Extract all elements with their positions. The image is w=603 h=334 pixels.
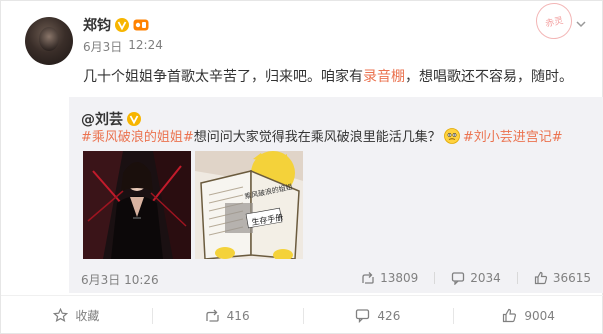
share-icon xyxy=(362,272,374,284)
thumbs-up-icon xyxy=(534,271,547,285)
thumbs-up-icon xyxy=(503,308,517,323)
repost-block[interactable]: @刘芸 #乘风破浪的姐姐# 想问问大家觉得我在乘风破浪里能活几集？ #刘小芸进宫… xyxy=(69,97,603,293)
like-count: 9004 xyxy=(524,308,555,323)
post-time[interactable]: 12:24 xyxy=(128,38,163,55)
repost-image-meme[interactable]: 乘风破浪的姐姐 生存手册 xyxy=(195,151,303,259)
member-level-icon[interactable] xyxy=(133,18,149,32)
thinking-face-icon xyxy=(443,127,460,144)
author-name-row: 郑钧 xyxy=(83,15,149,35)
favorite-button[interactable]: 收藏 xyxy=(1,296,152,334)
chevron-down-icon[interactable] xyxy=(574,17,588,31)
post-date[interactable]: 6月3日 xyxy=(83,38,122,55)
comment-icon xyxy=(356,309,370,323)
author-name[interactable]: 郑钧 xyxy=(83,15,111,35)
repost-share-number: 13809 xyxy=(380,271,419,285)
repost-button[interactable]: 416 xyxy=(151,296,303,334)
verified-v-icon xyxy=(127,112,141,126)
woman-portrait-image xyxy=(83,151,191,259)
comment-button[interactable]: 426 xyxy=(302,296,454,334)
hashtag-link[interactable]: #刘小芸进宫记# xyxy=(463,126,563,145)
repost-count: 416 xyxy=(226,308,250,323)
stamp-seal: 赤灵 xyxy=(532,0,576,43)
repost-text: 想问问大家觉得我在乘风破浪里能活几集？ xyxy=(193,130,441,145)
share-icon xyxy=(206,309,219,322)
weibo-post-card: 郑钧 6月3日 12:24 赤灵 几十个姐姐争首歌太辛苦了，归来吧。咱家有录音棚… xyxy=(0,0,603,334)
cartoon-reading-book-image: 乘风破浪的姐姐 生存手册 xyxy=(195,151,303,259)
repost-image-photo[interactable] xyxy=(83,151,191,259)
repost-like-count[interactable]: 36615 xyxy=(534,271,591,285)
post-highlight-link[interactable]: 录音棚 xyxy=(363,69,405,85)
post-content: 几十个姐姐争首歌太辛苦了，归来吧。咱家有录音棚，想唱歌还不容易，随时。 xyxy=(83,66,573,86)
post-meta: 6月3日 12:24 xyxy=(83,38,163,55)
star-icon xyxy=(53,308,69,322)
repost-footer: 6月3日 10:26 13809 2034 36615 xyxy=(81,271,591,287)
repost-time[interactable]: 10:26 xyxy=(124,273,159,287)
repost-comment-count[interactable]: 2034 xyxy=(451,271,501,285)
post-text-part: 几十个姐姐争首歌太辛苦了，归来吧。咱家有 xyxy=(83,69,363,85)
repost-content: #乘风破浪的姐姐# 想问问大家觉得我在乘风破浪里能活几集？ #刘小芸进宫记# xyxy=(81,126,563,145)
repost-timestamp[interactable]: 6月3日 10:26 xyxy=(81,271,159,288)
repost-comment-number: 2034 xyxy=(470,271,501,285)
comment-icon xyxy=(452,272,465,285)
hashtag-link[interactable]: #乘风破浪的姐姐# xyxy=(81,126,194,145)
repost-share-count[interactable]: 13809 xyxy=(361,271,418,285)
repost-date[interactable]: 6月3日 xyxy=(81,273,120,287)
like-button[interactable]: 9004 xyxy=(453,296,603,334)
favorite-label: 收藏 xyxy=(75,309,100,323)
comment-count: 426 xyxy=(377,308,401,323)
repost-stats: 13809 2034 36615 xyxy=(361,271,591,285)
author-avatar[interactable] xyxy=(25,17,73,65)
verified-v-icon xyxy=(115,18,129,32)
repost-like-number: 36615 xyxy=(552,271,591,285)
post-text-part: ，想唱歌还不容易，随时。 xyxy=(405,69,573,85)
action-bar: 收藏 416 426 9004 xyxy=(1,295,603,334)
divider xyxy=(434,272,436,284)
divider xyxy=(516,272,518,284)
